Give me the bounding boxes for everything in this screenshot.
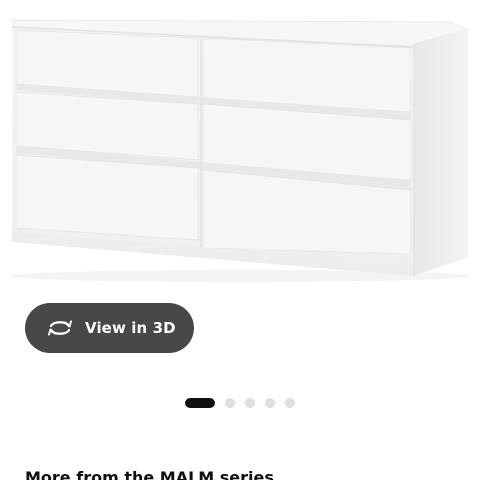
rotate-3d-icon	[48, 320, 72, 336]
product-image[interactable]	[0, 0, 480, 300]
carousel-pagination	[185, 398, 305, 408]
carousel-dot[interactable]	[285, 398, 295, 408]
carousel-dot[interactable]	[265, 398, 275, 408]
carousel-dot[interactable]	[245, 398, 255, 408]
carousel-dot[interactable]	[225, 398, 235, 408]
more-from-series-heading: More from the MALM series	[25, 468, 274, 480]
view-in-3d-label: View in 3D	[85, 319, 176, 337]
product-page: View in 3D More from the MALM series	[0, 0, 480, 480]
view-in-3d-button[interactable]: View in 3D	[25, 303, 194, 353]
carousel-dot[interactable]	[185, 398, 215, 408]
